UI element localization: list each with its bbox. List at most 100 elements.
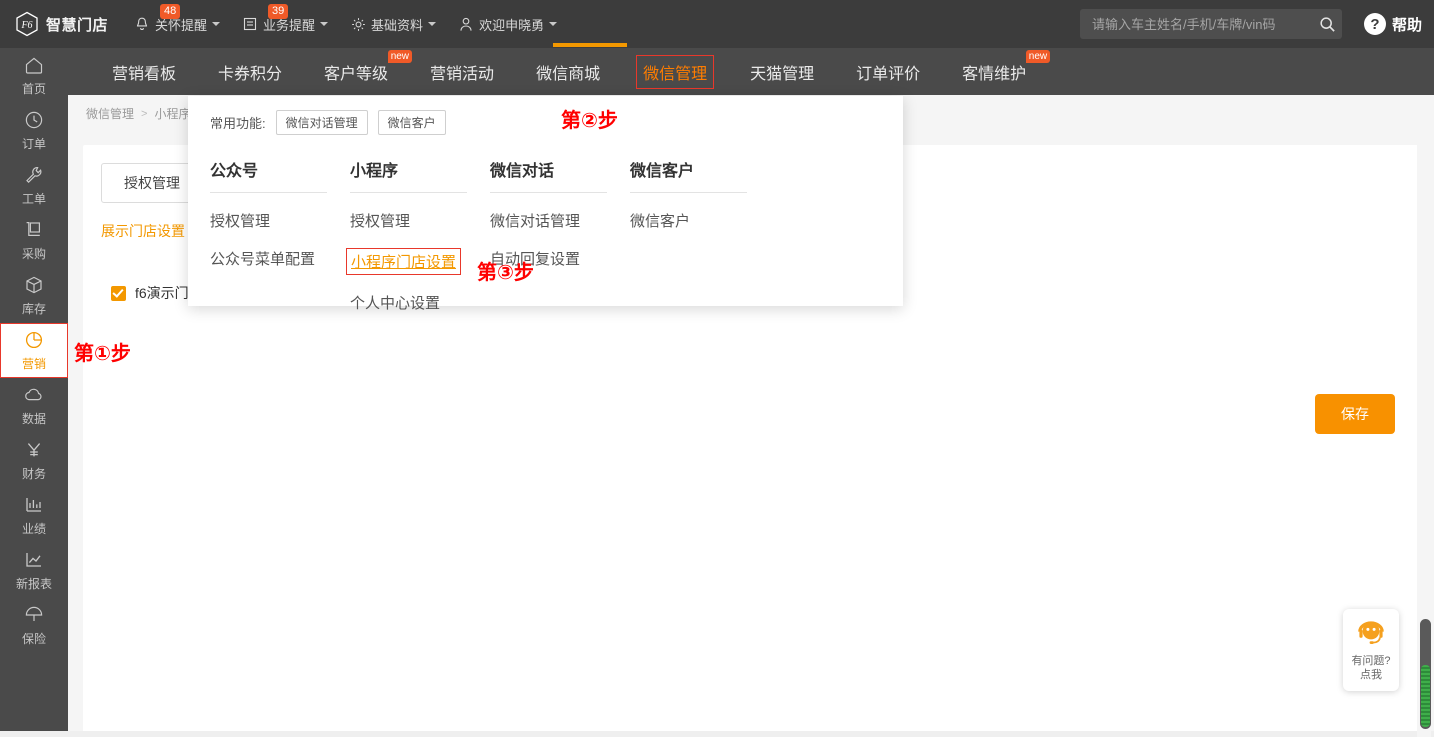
chip-wechat-customer[interactable]: 微信客户	[377, 110, 446, 135]
menu-item-wechat-customer[interactable]: 微信客户	[630, 210, 690, 231]
search-box[interactable]	[1079, 9, 1342, 39]
top-menu: 关怀提醒 48 业务提醒 39 基础资料 欢迎申晓勇	[134, 0, 579, 48]
tab-label: 天猫管理	[750, 65, 815, 83]
top-menu-item-user[interactable]: 欢迎申晓勇	[458, 0, 558, 48]
menu-item-auth-management-mp[interactable]: 授权管理	[350, 210, 410, 231]
tab-marketing-campaign[interactable]: 营销活动	[424, 55, 500, 89]
bell-icon	[134, 16, 150, 32]
sidebar-item-label: 保险	[21, 632, 46, 646]
checkbox-checked-icon[interactable]	[111, 285, 126, 301]
tab-customer-level[interactable]: 客户等级 new	[318, 49, 413, 89]
column-title: 公众号	[210, 157, 327, 193]
chip-wechat-dialog-management[interactable]: 微信对话管理	[275, 110, 368, 135]
umbrella-icon	[23, 604, 45, 626]
sidebar-item-marketing[interactable]: 营销	[0, 323, 68, 378]
active-tab-underline	[553, 43, 627, 47]
wrench-icon	[23, 164, 45, 186]
annotation-step-2: 第②步	[561, 110, 618, 132]
sidebar-item-label: 财务	[21, 467, 46, 481]
new-badge: new	[1025, 49, 1051, 63]
top-menu-label: 基础资料	[371, 17, 424, 33]
dropdown-column-wechat-customer: 微信客户 微信客户	[630, 157, 770, 313]
clock-icon	[23, 109, 45, 131]
tab-tmall-management[interactable]: 天猫管理	[744, 55, 820, 89]
breadcrumb-separator: >	[141, 107, 148, 120]
sidebar-item-inventory[interactable]: 库存	[0, 268, 68, 323]
float-help-line-2: 点我	[1360, 668, 1382, 681]
sidebar-item-label: 新报表	[15, 577, 52, 591]
bar-chart-icon	[23, 494, 45, 516]
dropdown-column-official-account: 公众号 授权管理 公众号菜单配置	[210, 157, 350, 313]
box-icon	[23, 274, 45, 296]
cloud-icon	[23, 384, 45, 406]
line-chart-icon	[23, 549, 45, 571]
top-menu-item-business-reminder[interactable]: 业务提醒 39	[242, 0, 329, 48]
sidebar-item-label: 采购	[21, 247, 46, 261]
tab-wechat-management[interactable]: 微信管理	[636, 54, 715, 89]
badge-count: 39	[268, 4, 289, 19]
common-functions-row: 常用功能: 微信对话管理 微信客户	[188, 96, 903, 135]
sidebar-item-label: 订单	[21, 137, 46, 151]
list-icon	[242, 16, 258, 32]
sidebar-item-label: 首页	[21, 82, 46, 96]
wechat-management-dropdown: 常用功能: 微信对话管理 微信客户 公众号 授权管理 公众号菜单配置 小程序 授…	[188, 96, 903, 312]
sidebar-item-home[interactable]: 首页	[0, 48, 68, 103]
top-menu-item-basic-data[interactable]: 基础资料	[350, 0, 437, 48]
subtab-display-store-settings[interactable]: 展示门店设置	[101, 221, 185, 241]
top-menu-item-care-reminder[interactable]: 关怀提醒 48	[134, 0, 221, 48]
tab-label: 卡券积分	[218, 65, 283, 83]
bottom-strip	[0, 731, 1434, 737]
tab-label: 营销活动	[430, 65, 495, 83]
cart-icon	[23, 219, 45, 241]
sidebar-item-purchase[interactable]: 采购	[0, 213, 68, 268]
floating-help-widget[interactable]: 有问题? 点我	[1343, 609, 1399, 691]
tab-wechat-mall[interactable]: 微信商城	[530, 55, 606, 89]
sidebar-item-label: 库存	[21, 302, 46, 316]
sidebar-item-insurance[interactable]: 保险	[0, 598, 68, 653]
sidebar-item-orders[interactable]: 订单	[0, 103, 68, 158]
sidebar-item-label: 业绩	[21, 522, 46, 536]
chevron-down-icon	[212, 22, 221, 26]
annotation-step-1: 第①步	[74, 343, 131, 365]
yuan-icon	[23, 439, 45, 461]
column-title: 微信对话	[490, 157, 607, 193]
tab-label: 客户等级	[324, 65, 389, 83]
breadcrumb-parent[interactable]: 微信管理	[86, 105, 134, 122]
menu-item-wechat-dialog-management[interactable]: 微信对话管理	[490, 210, 580, 231]
common-functions-label: 常用功能:	[210, 116, 266, 131]
chevron-down-icon	[549, 22, 558, 26]
menu-item-mini-program-store-settings[interactable]: 小程序门店设置	[346, 248, 462, 275]
menu-item-personal-center-settings[interactable]: 个人中心设置	[350, 292, 440, 313]
search-input[interactable]	[1091, 16, 1319, 32]
help-button[interactable]: ? 帮助	[1363, 13, 1422, 35]
sidebar-item-data[interactable]: 数据	[0, 378, 68, 433]
column-title: 微信客户	[630, 157, 747, 193]
f6-logo-icon: F6	[14, 11, 40, 37]
nav-tabs: 营销看板 卡券积分 客户等级 new 营销活动 微信商城 微信管理 天猫管理 订…	[68, 48, 1434, 95]
tab-order-review[interactable]: 订单评价	[850, 55, 926, 89]
tab-coupon-points[interactable]: 卡券积分	[212, 55, 288, 89]
sidebar-item-performance[interactable]: 业绩	[0, 488, 68, 543]
sidebar-item-label: 数据	[21, 412, 46, 426]
dropdown-column-mini-program: 小程序 授权管理 小程序门店设置 个人中心设置	[346, 157, 490, 313]
tab-label: 客情维护	[962, 65, 1027, 83]
sidebar-item-workorder[interactable]: 工单	[0, 158, 68, 213]
app-root: F6 智慧门店 关怀提醒 48 业务提醒 39 基础资料 欢迎申晓勇 请输入车主…	[0, 0, 1434, 737]
menu-item-oa-menu-config[interactable]: 公众号菜单配置	[210, 248, 315, 269]
save-button[interactable]: 保存	[1315, 394, 1395, 434]
user-icon	[458, 16, 474, 32]
question-mark-icon: ?	[1363, 13, 1386, 35]
search-icon[interactable]	[1319, 16, 1336, 33]
menu-item-auth-management-oa[interactable]: 授权管理	[210, 210, 270, 231]
top-menu-label: 欢迎申晓勇	[479, 17, 545, 33]
sidebar-item-finance[interactable]: 财务	[0, 433, 68, 488]
brand: F6 智慧门店	[14, 11, 108, 37]
brand-name: 智慧门店	[46, 16, 109, 34]
chevron-down-icon	[428, 22, 437, 26]
scrollbar-thumb[interactable]	[1420, 619, 1431, 729]
tab-customer-care[interactable]: 客情维护 new	[956, 49, 1051, 89]
home-icon	[23, 54, 45, 76]
pie-chart-icon	[23, 329, 45, 351]
sidebar-item-new-report[interactable]: 新报表	[0, 543, 68, 598]
tab-marketing-board[interactable]: 营销看板	[106, 55, 182, 89]
